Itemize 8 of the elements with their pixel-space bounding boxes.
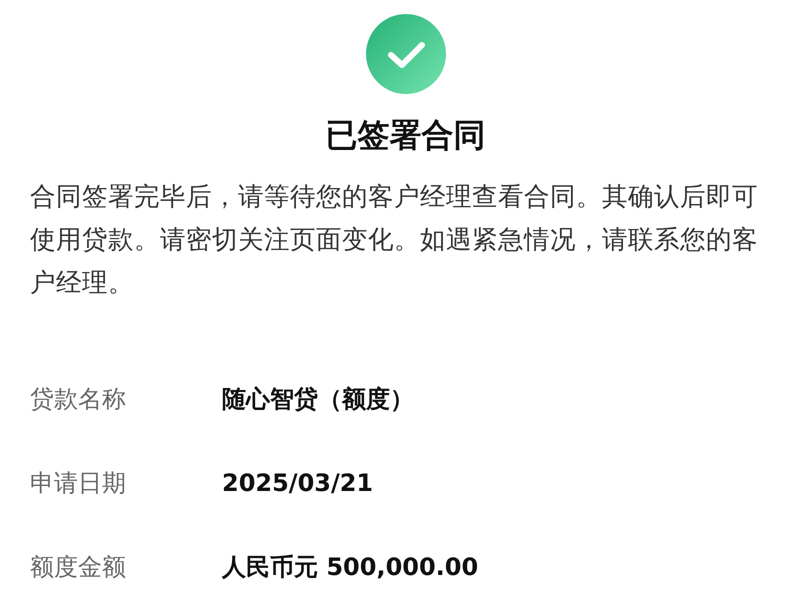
detail-value: 2025/03/21	[222, 468, 374, 500]
detail-label: 申请日期	[30, 468, 127, 500]
detail-label: 贷款名称	[30, 384, 127, 416]
status-title: 已签署合同	[326, 116, 486, 154]
detail-value: 人民币元 500,000.00	[222, 552, 478, 584]
status-message: 合同签署完毕后，请等待您的客户经理查看合同。其确认后即可使用贷款。请密切关注页面变化。如遇紧急情况，请联系您的客户经理。	[30, 181, 759, 300]
detail-value: 随心智贷（额度）	[222, 384, 414, 416]
detail-label: 额度金额	[30, 552, 127, 584]
